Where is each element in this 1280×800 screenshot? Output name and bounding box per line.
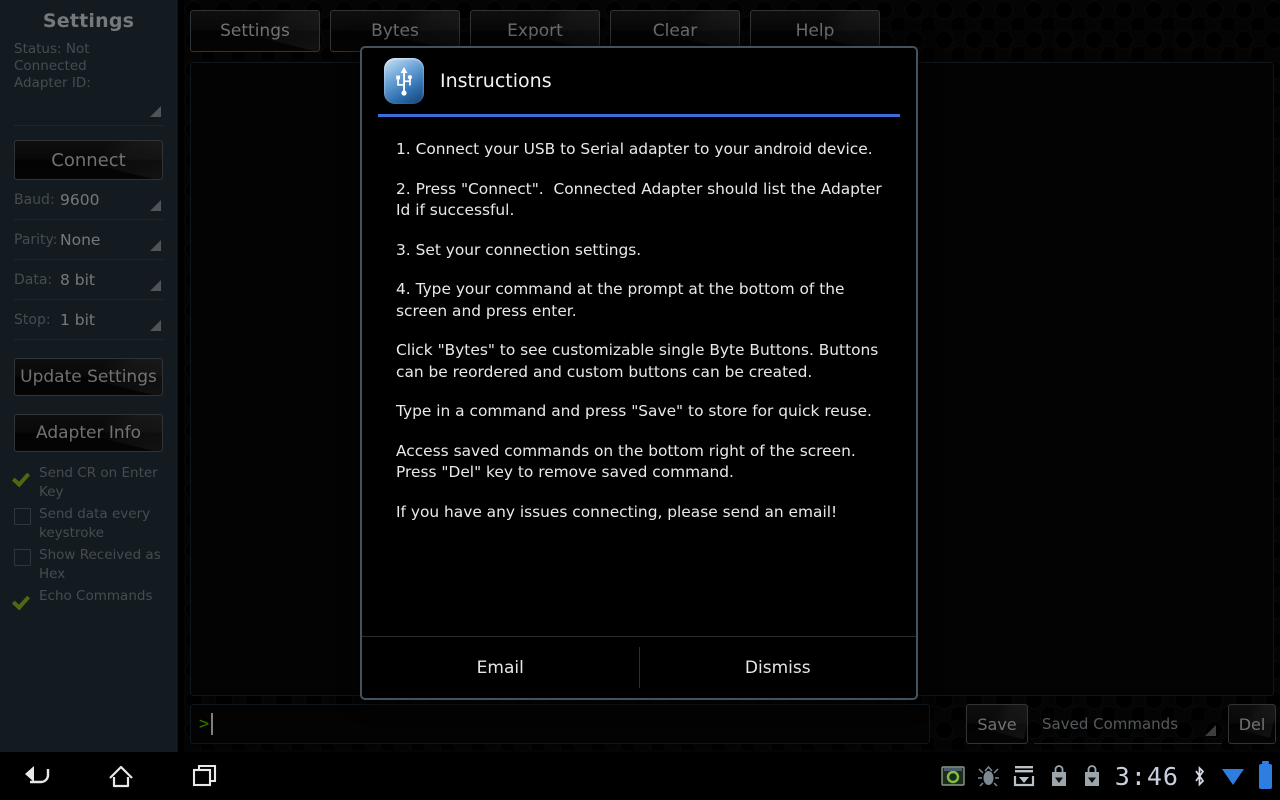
instruction-paragraph: Type in a command and press "Save" to st… bbox=[396, 402, 872, 420]
dialog-footer: Email Dismiss bbox=[362, 636, 916, 698]
screenshot-icon[interactable] bbox=[941, 765, 965, 787]
dialog-body: 1. Connect your USB to Serial adapter to… bbox=[362, 117, 916, 636]
instructions-dialog: Instructions 1. Connect your USB to Seri… bbox=[360, 46, 918, 700]
instruction-paragraph: 1. Connect your USB to Serial adapter to… bbox=[396, 140, 873, 158]
wifi-icon bbox=[1220, 764, 1246, 788]
recent-apps-icon[interactable] bbox=[182, 752, 228, 800]
bluetooth-icon bbox=[1192, 764, 1207, 789]
status-icons: 3:46 bbox=[941, 752, 1272, 800]
app-root: Settings Status: Not Connected Adapter I… bbox=[0, 0, 1280, 800]
instruction-paragraph: 2. Press "Connect". Connected Adapter sh… bbox=[396, 179, 887, 220]
clock: 3:46 bbox=[1114, 761, 1179, 791]
instruction-paragraph: 3. Set your connection settings. bbox=[396, 240, 642, 259]
system-navigation-bar: 3:46 bbox=[0, 752, 1280, 800]
instruction-paragraph: Click "Bytes" to see customizable single… bbox=[396, 341, 884, 381]
dismiss-button[interactable]: Dismiss bbox=[640, 637, 917, 698]
home-icon[interactable] bbox=[98, 752, 144, 800]
dialog-title: Instructions bbox=[440, 70, 552, 92]
usb-serial-icon bbox=[384, 58, 424, 104]
app-download-icon[interactable] bbox=[1049, 765, 1069, 787]
instruction-paragraph: If you have any issues connecting, pleas… bbox=[396, 502, 838, 521]
back-icon[interactable] bbox=[14, 752, 60, 800]
usb-debug-icon[interactable] bbox=[977, 765, 999, 787]
battery-icon bbox=[1259, 760, 1272, 789]
app-download-icon[interactable] bbox=[1082, 765, 1102, 787]
email-button[interactable]: Email bbox=[362, 637, 639, 698]
app-content: Settings Status: Not Connected Adapter I… bbox=[0, 0, 1280, 752]
instruction-paragraph: 4. Type your command at the prompt at th… bbox=[396, 280, 850, 320]
download-tray-icon[interactable] bbox=[1012, 765, 1036, 787]
nav-buttons bbox=[14, 752, 228, 800]
dialog-header: Instructions bbox=[362, 48, 916, 114]
instruction-paragraph: Access saved commands on the bottom righ… bbox=[396, 441, 861, 482]
